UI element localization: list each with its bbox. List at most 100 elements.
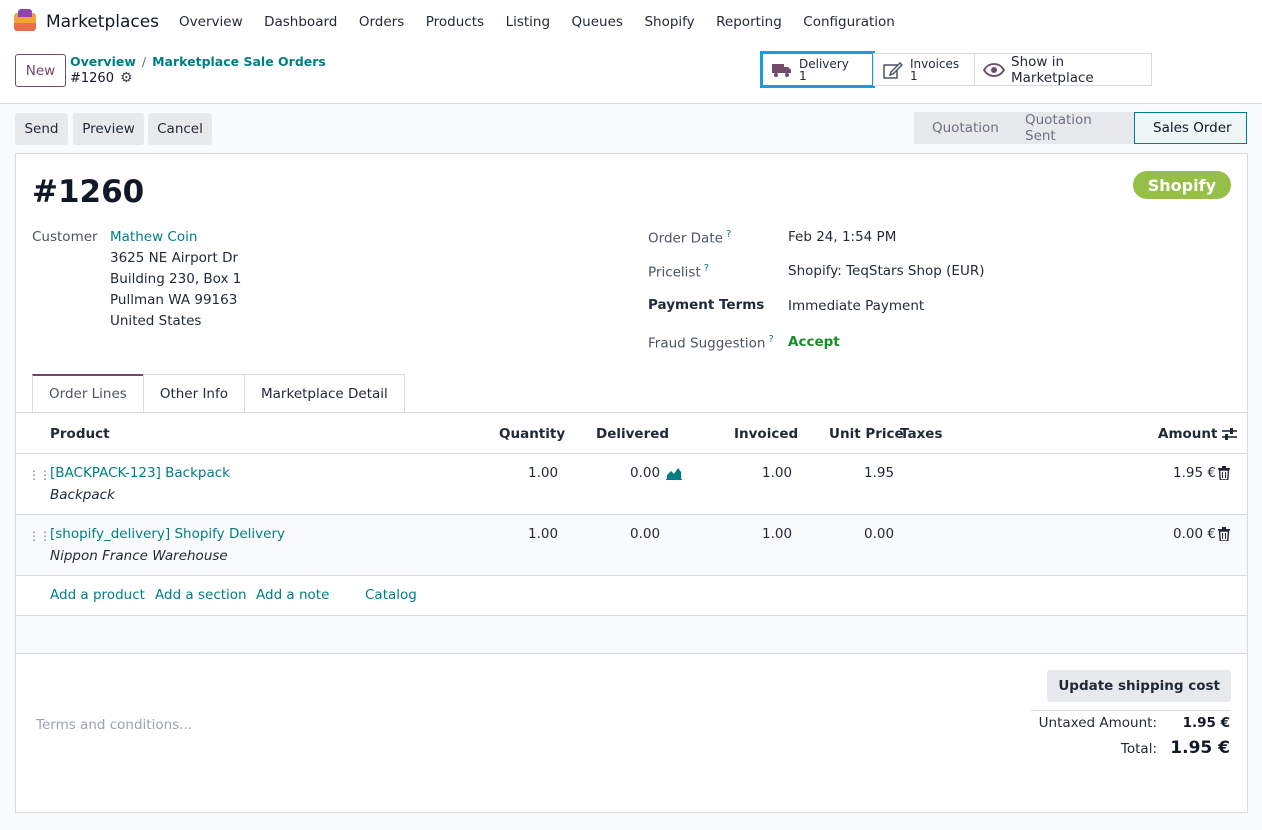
forecast-chart-icon[interactable]: [666, 467, 682, 484]
payment-terms-value[interactable]: Immediate Payment: [788, 298, 924, 314]
add-section-link[interactable]: Add a section: [155, 587, 247, 603]
truck-icon: [771, 60, 793, 80]
form-sheet: #1260 Shopify Customer Mathew Coin 3625 …: [15, 153, 1248, 813]
send-button[interactable]: Send: [15, 113, 68, 145]
marketplaces-logo-icon[interactable]: [12, 9, 38, 35]
terms-conditions-field[interactable]: Terms and conditions...: [36, 717, 192, 733]
trash-icon[interactable]: [1218, 527, 1230, 542]
help-icon[interactable]: ?: [726, 229, 731, 240]
statusbar: Send Preview Cancel Quotation Quotation …: [0, 104, 1262, 154]
product-description[interactable]: Backpack: [50, 487, 115, 503]
address-line-4: United States: [110, 313, 202, 329]
breadcrumb-separator: /: [141, 54, 147, 69]
cell-unit-price[interactable]: 0.00: [864, 526, 894, 542]
cell-quantity[interactable]: 1.00: [528, 465, 558, 481]
invoices-smart-button[interactable]: Invoices 1: [873, 53, 975, 86]
tab-marketplace-detail[interactable]: Marketplace Detail: [244, 374, 405, 412]
cell-quantity[interactable]: 1.00: [528, 526, 558, 542]
pricelist-value[interactable]: Shopify: TeqStars Shop (EUR): [788, 263, 984, 279]
help-icon[interactable]: ?: [704, 263, 709, 274]
menu-configuration[interactable]: Configuration: [803, 14, 895, 30]
menu-products[interactable]: Products: [426, 14, 484, 30]
app-name[interactable]: Marketplaces: [46, 12, 159, 32]
total-value: 1.95 €: [1170, 738, 1230, 758]
untaxed-amount-value: 1.95 €: [1182, 715, 1230, 731]
stage-quotation[interactable]: Quotation: [914, 112, 1007, 144]
menu-shopify[interactable]: Shopify: [644, 14, 694, 30]
col-quantity[interactable]: Quantity: [499, 426, 565, 442]
invoices-label: Invoices: [910, 56, 960, 71]
tab-other-info[interactable]: Other Info: [142, 374, 246, 412]
col-unit-price[interactable]: Unit Price: [829, 426, 904, 442]
catalog-link[interactable]: Catalog: [365, 587, 417, 603]
drag-handle-icon[interactable]: ⋮⋮: [28, 529, 51, 543]
cancel-button[interactable]: Cancel: [148, 113, 212, 145]
eye-icon: [983, 60, 1005, 80]
add-product-link[interactable]: Add a product: [50, 587, 145, 603]
breadcrumb-marketplace-sale-orders[interactable]: Marketplace Sale Orders: [152, 54, 326, 69]
fraud-suggestion-label: Fraud Suggestion?: [648, 334, 774, 352]
menu-dashboard[interactable]: Dashboard: [264, 14, 337, 30]
product-link[interactable]: [BACKPACK-123] Backpack: [50, 465, 230, 481]
totals-divider: [1031, 710, 1231, 711]
table-row[interactable]: ⋮⋮ [shopify_delivery] Shopify Delivery N…: [16, 515, 1247, 576]
cell-invoiced[interactable]: 1.00: [762, 465, 792, 481]
breadcrumb-current-record: #1260: [70, 70, 114, 86]
menu-overview[interactable]: Overview: [179, 14, 243, 30]
delivery-label: Delivery: [799, 56, 849, 71]
customer-label: Customer: [32, 229, 98, 245]
cell-amount: 0.00 €: [1173, 526, 1216, 542]
order-date-value[interactable]: Feb 24, 1:54 PM: [788, 229, 896, 245]
stage-sales-order[interactable]: Sales Order: [1134, 112, 1247, 144]
gear-icon[interactable]: ⚙: [120, 70, 133, 86]
optional-columns-icon[interactable]: [1222, 427, 1237, 445]
pricelist-label: Pricelist?: [648, 263, 710, 281]
address-line-2: Building 230, Box 1: [110, 271, 242, 287]
trash-icon[interactable]: [1218, 466, 1230, 481]
show-in-marketplace-button[interactable]: Show in Marketplace: [974, 53, 1152, 86]
cell-amount: 1.95 €: [1173, 465, 1216, 481]
product-link[interactable]: [shopify_delivery] Shopify Delivery: [50, 526, 285, 542]
breadcrumb-overview[interactable]: Overview: [70, 54, 136, 69]
col-delivered[interactable]: Delivered: [596, 426, 669, 442]
menu-orders[interactable]: Orders: [359, 14, 404, 30]
table-row[interactable]: ⋮⋮ [BACKPACK-123] Backpack Backpack 1.00…: [16, 454, 1247, 515]
update-shipping-cost-button[interactable]: Update shipping cost: [1047, 670, 1231, 702]
show-in-marketplace-label: Show in Marketplace: [1011, 53, 1094, 86]
add-note-link[interactable]: Add a note: [256, 587, 329, 603]
order-lines-header: Product Quantity Delivered Invoiced Unit…: [16, 413, 1247, 454]
menu-reporting[interactable]: Reporting: [716, 14, 782, 30]
add-line-row: Add a product Add a section Add a note C…: [16, 576, 1247, 616]
help-icon[interactable]: ?: [769, 334, 774, 345]
drag-handle-icon[interactable]: ⋮⋮: [28, 468, 51, 482]
notebook-tabs: Order Lines Other Info Marketplace Detai…: [32, 374, 405, 412]
preview-button[interactable]: Preview: [73, 113, 144, 145]
order-number: #1260: [32, 174, 145, 210]
invoices-count: 1: [910, 68, 918, 83]
delivery-smart-button[interactable]: Delivery 1: [760, 51, 875, 88]
col-invoiced[interactable]: Invoiced: [734, 426, 798, 442]
product-description[interactable]: Nippon France Warehouse: [50, 548, 228, 564]
address-line-1: 3625 NE Airport Dr: [110, 250, 239, 266]
status-stages: Quotation Quotation Sent Sales Order: [914, 112, 1247, 144]
breadcrumb-current: #1260 ⚙: [70, 70, 133, 86]
col-product[interactable]: Product: [50, 426, 110, 442]
delivery-count: 1: [799, 68, 807, 83]
untaxed-amount-label: Untaxed Amount:: [1038, 715, 1157, 731]
customer-name-link[interactable]: Mathew Coin: [110, 229, 197, 245]
col-taxes[interactable]: Taxes: [900, 426, 942, 442]
cell-invoiced[interactable]: 1.00: [762, 526, 792, 542]
tab-order-lines[interactable]: Order Lines: [32, 374, 144, 412]
new-button[interactable]: New: [15, 54, 66, 87]
menu-listing[interactable]: Listing: [506, 14, 550, 30]
cell-unit-price[interactable]: 1.95: [864, 465, 894, 481]
cell-delivered[interactable]: 0.00: [630, 526, 660, 542]
top-navbar: Marketplaces Overview Dashboard Orders P…: [0, 0, 1262, 44]
address-line-3: Pullman WA 99163: [110, 292, 238, 308]
col-amount[interactable]: Amount: [1158, 426, 1217, 442]
stage-quotation-sent[interactable]: Quotation Sent: [1007, 112, 1134, 144]
breadcrumb: Overview / Marketplace Sale Orders: [70, 54, 326, 69]
fraud-suggestion-value: Accept: [788, 334, 840, 350]
menu-queues[interactable]: Queues: [572, 14, 623, 30]
cell-delivered[interactable]: 0.00: [630, 465, 660, 481]
